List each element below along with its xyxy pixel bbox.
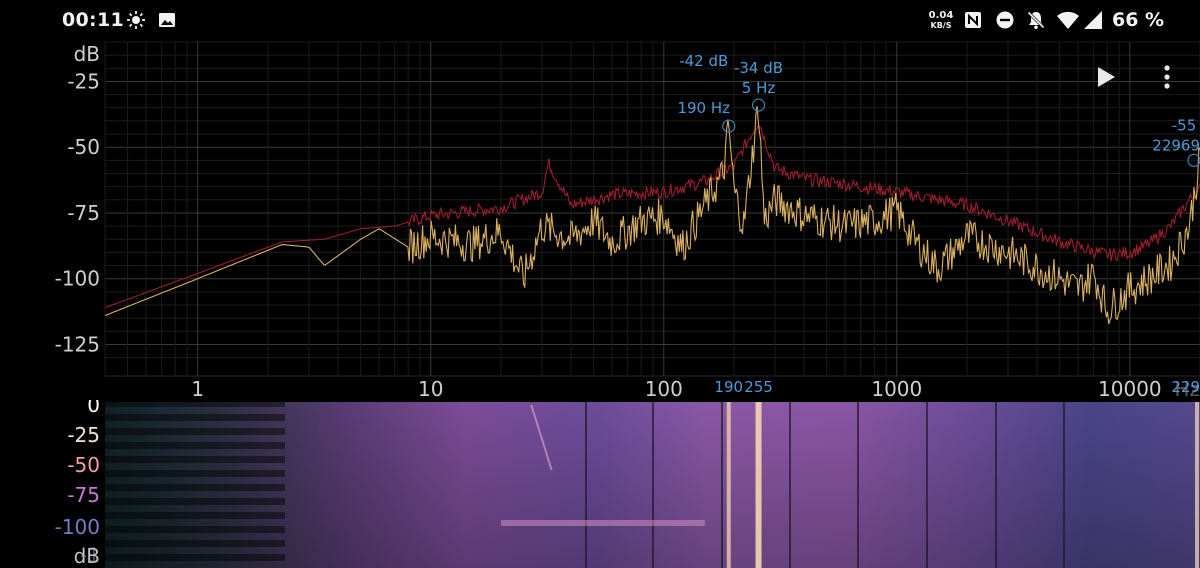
spectrogram-unit-label: dB [74,544,100,568]
spectrum-chart[interactable]: dB-25-50-75-100-125 1 10 100 1000 10000 Hz190… [0,40,1200,400]
y-tick-label: -100 [55,267,100,291]
signal-icon [1084,11,1102,29]
y-tick-label: -25 [67,69,100,93]
net-speed-unit: KB/S [930,21,952,30]
dnd-icon [996,11,1014,29]
spectrogram-peak-line [1195,402,1199,568]
spectrogram-scale-label: -75 [67,483,100,507]
x-tick-label: 1000 [871,377,922,400]
y-tick-label: -50 [67,135,100,159]
play-icon[interactable] [1094,64,1118,90]
spectrogram-scale-label: 0 [87,400,100,417]
peak-db-label: -34 dB [734,59,783,77]
spectrum-y-ticks: dB -25 -50 -75 -100 -125 [55,42,100,356]
spectrogram-scale: 0-25-50-75-100-1dB [0,400,104,568]
freq-marker-label: 255 [744,378,773,396]
x-tick-label: 100 [645,377,683,400]
brightness-icon [127,11,145,29]
peak-db-label: -55 [1172,116,1197,134]
net-speed-value: 0.04 [928,10,954,21]
status-bar: 00:11 0.04 KB/S 66 % [0,0,1200,40]
spectrogram[interactable]: 0-25-50-75-100-1dB [0,400,1200,568]
x-tick-label: 1 [191,377,204,400]
spectrogram-scale-label: -50 [67,453,100,477]
freq-marker-label: 190 [714,378,743,396]
x-tick-label: 10 [418,377,443,400]
more-vert-icon[interactable] [1158,64,1176,92]
peak-db-label: -42 dB [679,52,728,70]
status-time: 00:11 [62,9,124,31]
nfc-icon [965,12,981,28]
bell-off-icon [1027,11,1045,30]
y-tick-label: -125 [55,332,100,356]
peak-freq-label: 190 Hz [677,99,730,117]
x-tick-label: 10000 [1098,377,1162,400]
peak-freq-label: 5 Hz [742,79,776,97]
spectrum-x-ticks: 1 10 100 1000 10000 Hz190 255 229 [191,377,1200,400]
spectrogram-peak-line [726,402,731,568]
spectrogram-scale-label: -25 [67,423,100,447]
peak-freq-label: 22969 [1152,136,1200,154]
gallery-icon [159,13,175,27]
spectrogram-peak-line [755,402,762,568]
y-axis-label: dB [74,42,100,66]
freq-marker-label: 229 [1171,378,1200,396]
wifi-icon [1057,11,1079,29]
battery-level: 66 % [1112,9,1165,31]
spectrogram-band [500,520,705,526]
spectrogram-scale-label: -100 [55,515,100,539]
y-tick-label: -75 [67,201,100,225]
net-speed: 0.04 KB/S [926,11,956,31]
